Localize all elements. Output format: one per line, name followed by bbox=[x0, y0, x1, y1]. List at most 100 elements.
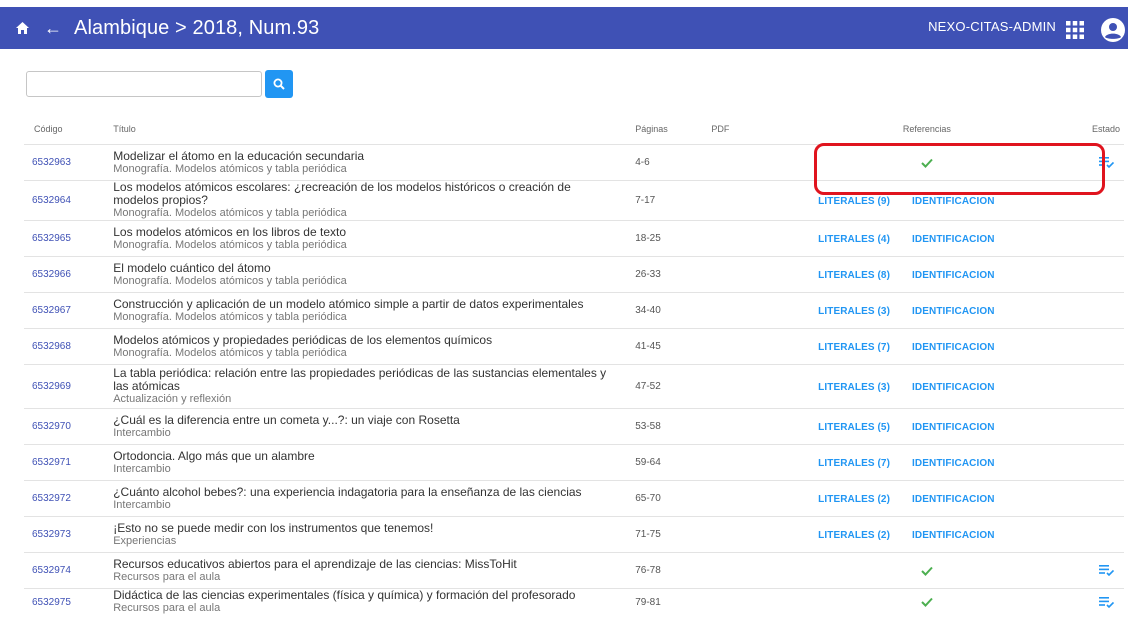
literales-link[interactable]: LITERALES (5) bbox=[818, 422, 890, 433]
header-pages[interactable]: Páginas bbox=[635, 114, 711, 145]
literales-link[interactable]: LITERALES (3) bbox=[818, 382, 890, 393]
header-estado[interactable]: Estado bbox=[1056, 114, 1124, 145]
apps-grid-icon[interactable] bbox=[1066, 21, 1084, 39]
identificacion-link[interactable]: IDENTIFICACION bbox=[912, 234, 995, 245]
article-section: Monografía. Modelos atómicos y tabla per… bbox=[113, 207, 347, 219]
literales-link[interactable]: LITERALES (8) bbox=[818, 270, 890, 281]
identificacion-link[interactable]: IDENTIFICACION bbox=[912, 196, 995, 207]
table-row[interactable]: 6532969 La tabla periódica: relación entr… bbox=[24, 364, 1124, 409]
article-title-continued: modelos propios? bbox=[113, 193, 208, 207]
identificacion-link[interactable]: IDENTIFICACION bbox=[912, 494, 995, 505]
identificacion-link[interactable]: IDENTIFICACION bbox=[912, 458, 995, 469]
references-cell: LITERALES (2) IDENTIFICACION bbox=[798, 480, 1056, 517]
article-title: Los modelos atómicos en los libros de te… bbox=[113, 224, 347, 239]
title-cell: Ortodoncia. Algo más que un alambre Inter… bbox=[113, 444, 636, 481]
search-input[interactable] bbox=[26, 71, 262, 97]
references-cell: LITERALES (5) IDENTIFICACION bbox=[798, 408, 1056, 445]
header-code[interactable]: Código bbox=[24, 114, 113, 145]
identificacion-link[interactable]: IDENTIFICACION bbox=[912, 382, 995, 393]
article-code[interactable]: 6532965 bbox=[24, 220, 114, 257]
table-row[interactable]: 6532974 Recursos educativos abiertos para… bbox=[24, 552, 1124, 589]
pdf-cell bbox=[711, 408, 799, 445]
article-section: Monografía. Modelos atómicos y tabla per… bbox=[113, 346, 347, 359]
estado-cell bbox=[1055, 480, 1124, 517]
literales-link[interactable]: LITERALES (4) bbox=[818, 234, 890, 245]
article-code[interactable]: 6532969 bbox=[24, 364, 114, 409]
playlist-check-icon[interactable] bbox=[1099, 565, 1114, 576]
table-row[interactable]: 6532968 Modelos atómicos y propiedades pe… bbox=[24, 328, 1124, 365]
identificacion-link[interactable]: IDENTIFICACION bbox=[912, 342, 995, 353]
pdf-cell bbox=[711, 292, 799, 329]
article-code[interactable]: 6532964 bbox=[24, 180, 114, 221]
literales-link[interactable]: LITERALES (7) bbox=[818, 458, 890, 469]
article-code[interactable]: 6532970 bbox=[24, 408, 114, 445]
table-row[interactable]: 6532965 Los modelos atómicos en los libro… bbox=[24, 220, 1124, 257]
account-icon[interactable] bbox=[1100, 18, 1126, 42]
references-cell bbox=[798, 588, 1056, 615]
highlight-annotation bbox=[814, 143, 1105, 195]
article-section: Monografía. Modelos atómicos y tabla per… bbox=[113, 310, 347, 323]
literales-link[interactable]: LITERALES (2) bbox=[818, 530, 890, 541]
pdf-cell bbox=[711, 444, 799, 481]
pdf-cell bbox=[711, 256, 799, 293]
article-code[interactable]: 6532971 bbox=[24, 444, 114, 481]
header-references[interactable]: Referencias bbox=[798, 114, 1055, 145]
article-section: Recursos para el aula bbox=[113, 570, 221, 583]
table-row[interactable]: 6532972 ¿Cuánto alcohol bebes?: una exper… bbox=[24, 480, 1124, 517]
references-cell: LITERALES (4) IDENTIFICACION bbox=[798, 220, 1056, 257]
article-section: Intercambio bbox=[113, 498, 171, 511]
literales-link[interactable]: LITERALES (3) bbox=[818, 306, 890, 317]
article-code[interactable]: 6532968 bbox=[24, 328, 114, 365]
article-code[interactable]: 6532972 bbox=[24, 480, 114, 517]
article-section: Intercambio bbox=[113, 426, 171, 439]
literales-link[interactable]: LITERALES (2) bbox=[818, 494, 890, 505]
pdf-cell bbox=[711, 328, 799, 365]
article-title: Recursos educativos abiertos para el apr… bbox=[113, 556, 517, 571]
article-code[interactable]: 6532967 bbox=[24, 292, 114, 329]
title-cell: ¡Esto no se puede medir con los instrume… bbox=[113, 516, 636, 553]
identificacion-link[interactable]: IDENTIFICACION bbox=[912, 270, 995, 281]
title-cell: ¿Cuánto alcohol bebes?: una experiencia … bbox=[113, 480, 636, 517]
article-section: Actualización y reflexión bbox=[113, 393, 232, 405]
title-cell: El modelo cuántico del átomo Monografía. … bbox=[113, 256, 636, 293]
pages-cell: 47-52 bbox=[635, 364, 712, 409]
article-title: El modelo cuántico del átomo bbox=[113, 260, 271, 275]
user-name[interactable]: NEXO-CITAS-ADMIN bbox=[928, 19, 1056, 34]
article-code[interactable]: 6532975 bbox=[24, 588, 114, 615]
article-code[interactable]: 6532973 bbox=[24, 516, 114, 553]
article-code[interactable]: 6532963 bbox=[24, 144, 114, 181]
table-row[interactable]: 6532970 ¿Cuál es la diferencia entre un c… bbox=[24, 408, 1124, 445]
identificacion-link[interactable]: IDENTIFICACION bbox=[912, 306, 995, 317]
table-row[interactable]: 6532973 ¡Esto no se puede medir con los i… bbox=[24, 516, 1124, 553]
title-cell: Construcción y aplicación de un modelo a… bbox=[113, 292, 636, 329]
estado-cell bbox=[1055, 220, 1124, 257]
article-title: ¿Cuánto alcohol bebes?: una experiencia … bbox=[113, 484, 582, 499]
playlist-check-icon[interactable] bbox=[1099, 596, 1114, 608]
article-code[interactable]: 6532974 bbox=[24, 552, 114, 589]
estado-cell bbox=[1055, 552, 1124, 589]
identificacion-link[interactable]: IDENTIFICACION bbox=[912, 422, 995, 433]
header-pdf[interactable]: PDF bbox=[711, 114, 798, 145]
pages-cell: 71-75 bbox=[635, 516, 712, 553]
pages-cell: 65-70 bbox=[635, 480, 712, 517]
header-title[interactable]: Título bbox=[113, 114, 635, 145]
page-title: Alambique > 2018, Num.93 bbox=[74, 16, 320, 39]
table-row[interactable]: 6532967 Construcción y aplicación de un m… bbox=[24, 292, 1124, 329]
table-row[interactable]: 6532975 Didáctica de las ciencias experim… bbox=[24, 588, 1124, 615]
identificacion-link[interactable]: IDENTIFICACION bbox=[912, 530, 995, 541]
estado-cell bbox=[1055, 516, 1124, 553]
title-cell: Modelos atómicos y propiedades periódica… bbox=[113, 328, 636, 365]
table-row[interactable]: 6532966 El modelo cuántico del átomo Monog… bbox=[24, 256, 1124, 293]
back-arrow-icon[interactable]: ← bbox=[44, 19, 62, 37]
pages-cell: 4-6 bbox=[635, 144, 712, 181]
article-code[interactable]: 6532966 bbox=[24, 256, 114, 293]
literales-link[interactable]: LITERALES (9) bbox=[818, 196, 890, 207]
search-button[interactable] bbox=[265, 70, 293, 98]
article-section: Experiencias bbox=[113, 534, 177, 547]
article-title: Didáctica de las ciencias experimentales… bbox=[113, 588, 576, 602]
literales-link[interactable]: LITERALES (7) bbox=[818, 342, 890, 353]
title-cell: Modelizar el átomo en la educación secun… bbox=[113, 144, 636, 181]
table-row[interactable]: 6532971 Ortodoncia. Algo más que un alamb… bbox=[24, 444, 1124, 481]
pdf-cell bbox=[711, 480, 799, 517]
home-icon[interactable] bbox=[14, 20, 30, 36]
